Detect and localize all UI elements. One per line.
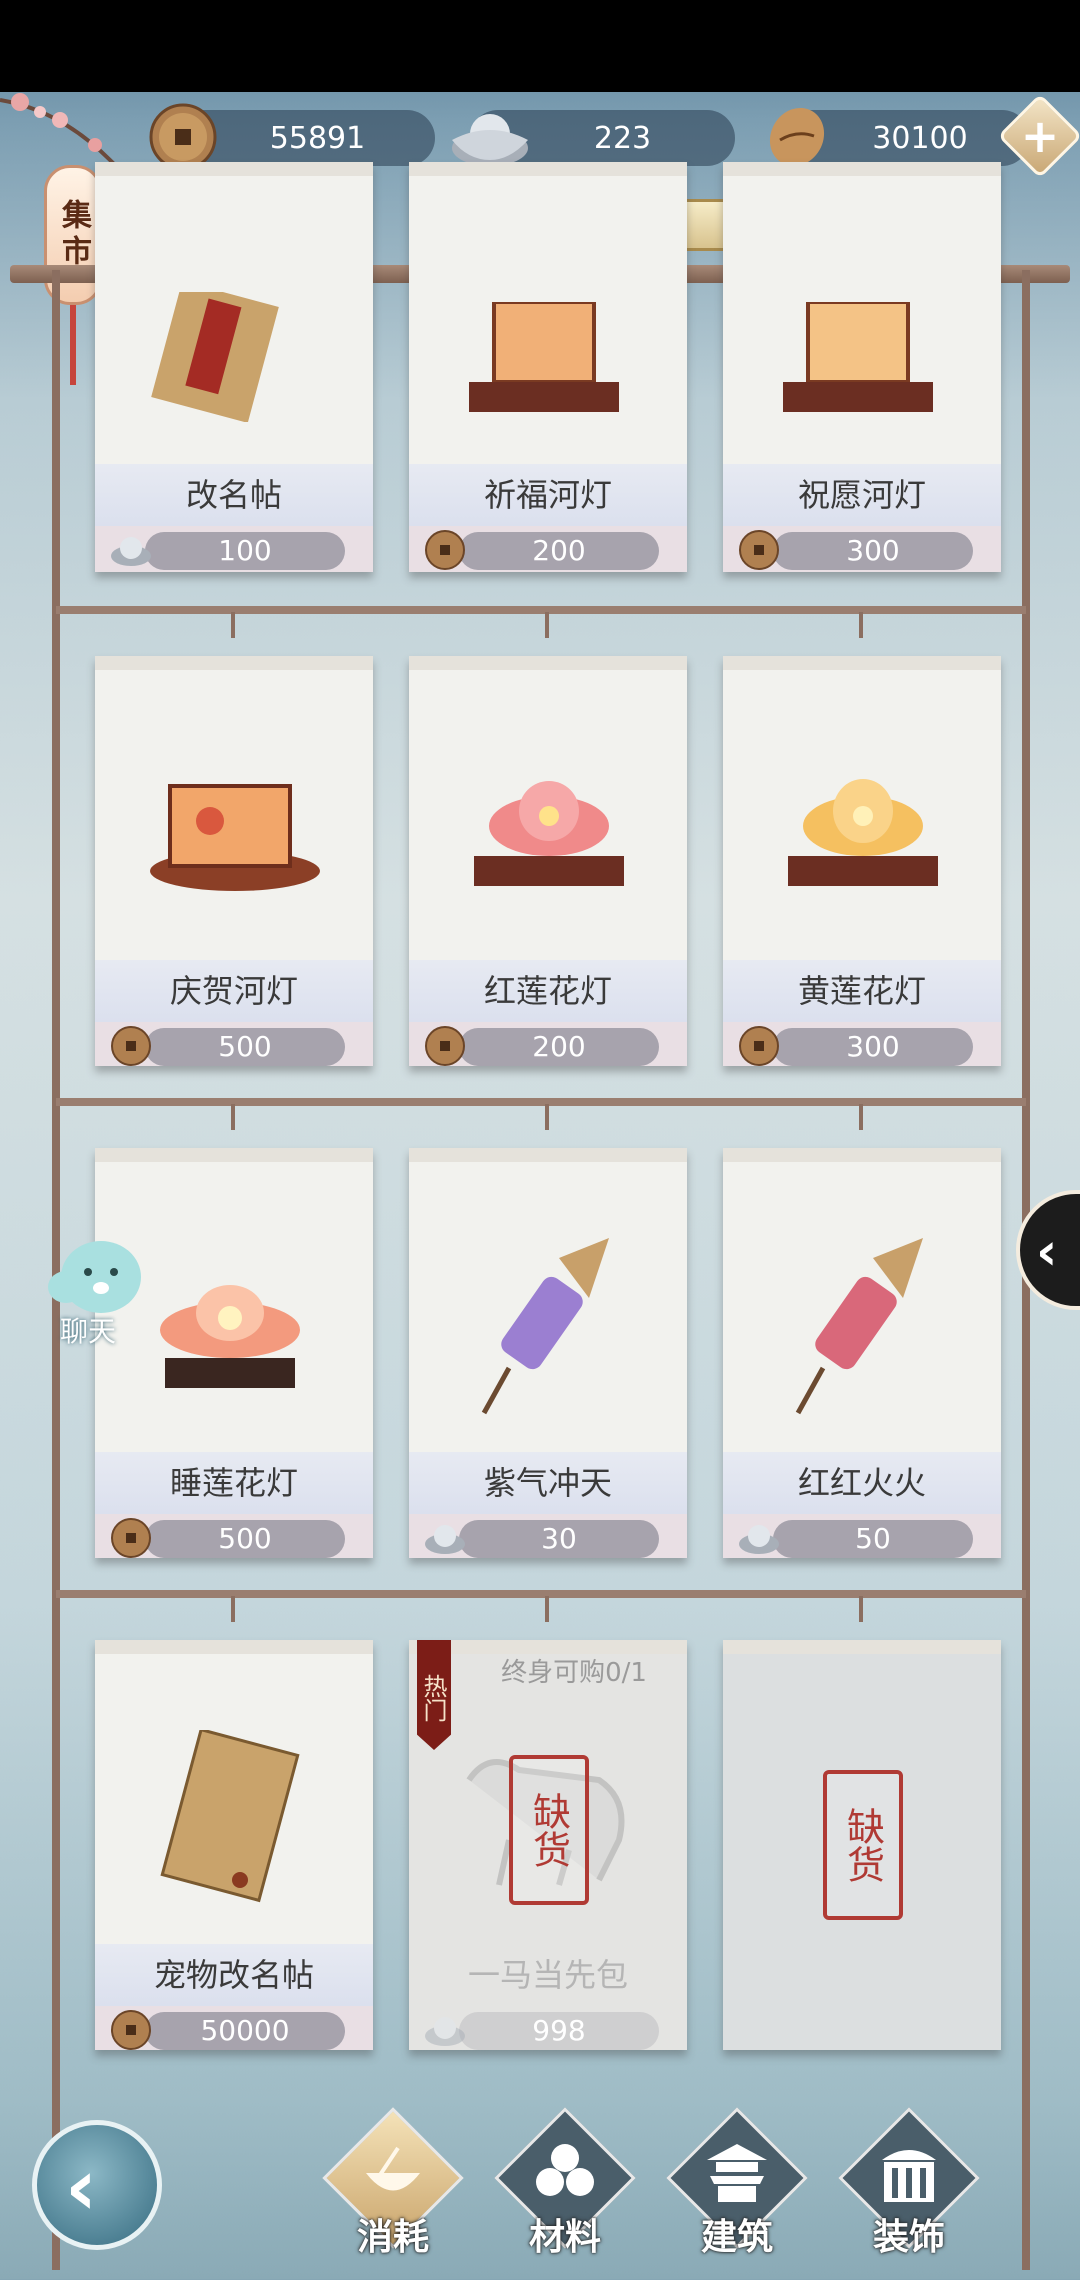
item-name: 紫气冲天 — [483, 1464, 612, 1502]
hanger-hook — [231, 1596, 235, 1622]
silver-ingot-icon — [111, 537, 151, 566]
tab-consumables[interactable]: 消耗 — [322, 2107, 464, 2258]
tab-buildings[interactable]: 建筑 — [666, 2107, 808, 2258]
building-icon — [707, 2144, 767, 2202]
shop-item-card[interactable]: 祝愿河灯 300 — [723, 162, 1001, 572]
river-lantern-icon — [783, 302, 933, 412]
shop-item-card[interactable]: 红莲花灯 200 — [409, 656, 687, 1066]
copper-coin-icon — [111, 1518, 151, 1558]
shell-count: 30100 — [872, 120, 968, 156]
copper-coin-icon — [111, 2010, 151, 2050]
silver-ingot-count: 223 — [593, 120, 652, 156]
item-price: 200 — [459, 532, 659, 570]
copper-coin-icon — [739, 530, 779, 570]
hanger-hook — [231, 612, 235, 638]
shelf-bar — [56, 606, 1026, 614]
back-button[interactable]: ‹ — [32, 2120, 162, 2250]
item-price: 200 — [459, 1028, 659, 1066]
purple-firework-icon — [481, 1238, 609, 1415]
shelf-bar — [56, 1590, 1026, 1598]
item-name: 宠物改名帖 — [153, 1956, 314, 1994]
shop-item-card[interactable]: 睡莲花灯 500 — [95, 1148, 373, 1558]
tab-label: 消耗 — [356, 2216, 429, 2258]
item-price: 300 — [773, 1028, 973, 1066]
out-of-stock-stamp: 缺货 — [509, 1755, 589, 1905]
copper-coin-icon — [425, 1026, 465, 1066]
tab-label: 建筑 — [700, 2216, 773, 2258]
tab-materials[interactable]: 材料 — [494, 2107, 636, 2258]
silver-ingot-icon — [425, 1525, 465, 1554]
shop-item-card-sold-out[interactable]: 热门 终身可购0/1 缺货 一马当先包 998 — [409, 1640, 687, 2050]
yellow-lotus-lantern-icon — [788, 779, 938, 886]
purchase-limit-text: 终身可购0/1 — [501, 1658, 647, 1688]
copper-coin-icon — [111, 1026, 151, 1066]
tab-label: 材料 — [528, 2216, 601, 2258]
chevron-left-icon: ‹ — [1036, 1222, 1058, 1282]
chat-label: 聊天 — [60, 1315, 117, 1348]
hanger-hook — [231, 1104, 235, 1130]
river-lantern-icon — [469, 302, 619, 412]
shop-item-card[interactable]: 祈福河灯 200 — [409, 162, 687, 572]
item-price: 500 — [145, 1028, 345, 1066]
decoration-gate-icon — [882, 2150, 936, 2202]
shop-item-card-empty: 缺货 — [723, 1640, 1001, 2050]
back-arrow-icon: ‹ — [65, 2143, 98, 2233]
hot-tag: 热门 — [417, 1640, 451, 1750]
item-name: 祈福河灯 — [483, 476, 612, 514]
item-price: 100 — [145, 532, 345, 570]
water-lily-lantern-icon — [160, 1285, 300, 1388]
hanger-hook — [859, 1104, 863, 1130]
copper-coin-icon — [739, 1026, 779, 1066]
item-price: 30 — [459, 1520, 659, 1558]
item-name: 改名帖 — [185, 476, 282, 514]
hanger-hook — [545, 1104, 549, 1130]
rename-card-icon — [151, 292, 279, 422]
tab-label: 装饰 — [872, 2216, 945, 2258]
item-name: 红红火火 — [797, 1464, 926, 1502]
item-price: 998 — [459, 2012, 659, 2050]
silver-ingot-icon — [739, 1525, 779, 1554]
copper-coin-count: 55891 — [269, 120, 366, 156]
add-currency-button[interactable]: + — [997, 93, 1080, 179]
item-name: 睡莲花灯 — [169, 1464, 298, 1502]
item-name: 黄莲花灯 — [797, 972, 926, 1010]
item-name: 一马当先包 — [467, 1956, 628, 1994]
chat-mascot-icon — [48, 1241, 141, 1313]
row-mask — [56, 250, 1026, 302]
chat-button[interactable]: 聊天 — [46, 1232, 146, 1352]
hanger-hook — [859, 612, 863, 638]
lantern-tassel — [70, 305, 76, 385]
out-of-stock-stamp: 缺货 — [823, 1770, 903, 1920]
hanger-hook — [545, 612, 549, 638]
shop-item-card[interactable]: 宠物改名帖 50000 — [95, 1640, 373, 2050]
bowl-icon — [366, 2146, 420, 2191]
plus-icon: + — [1020, 109, 1060, 163]
hanger-hook — [859, 1596, 863, 1622]
item-name: 庆贺河灯 — [169, 972, 298, 1010]
shop-item-card[interactable]: 黄莲花灯 300 — [723, 656, 1001, 1066]
shop-item-card[interactable]: 改名帖 100 — [95, 162, 373, 572]
item-price: 300 — [773, 532, 973, 570]
item-price: 500 — [145, 1520, 345, 1558]
shop-item-card[interactable]: 紫气冲天 30 — [409, 1148, 687, 1558]
hanger-hook — [545, 1596, 549, 1622]
shop-item-card[interactable]: 红红火火 50 — [723, 1148, 1001, 1558]
pet-rename-card-icon — [160, 1730, 300, 1903]
item-price: 50 — [773, 1520, 973, 1558]
red-lotus-lantern-icon — [474, 781, 624, 886]
materials-icon — [536, 2144, 594, 2196]
shelf-bar — [56, 1098, 1026, 1106]
shop-item-card[interactable]: 庆贺河灯 500 — [95, 656, 373, 1066]
status-bar — [0, 0, 1080, 92]
item-name: 红莲花灯 — [483, 972, 612, 1010]
celebration-river-lantern-icon — [150, 784, 320, 891]
silver-ingot-icon — [425, 2017, 465, 2046]
red-firework-icon — [795, 1238, 923, 1415]
item-name: 祝愿河灯 — [797, 476, 926, 514]
item-price: 50000 — [145, 2012, 345, 2050]
tab-decorations[interactable]: 装饰 — [838, 2107, 980, 2258]
copper-coin-icon — [425, 530, 465, 570]
